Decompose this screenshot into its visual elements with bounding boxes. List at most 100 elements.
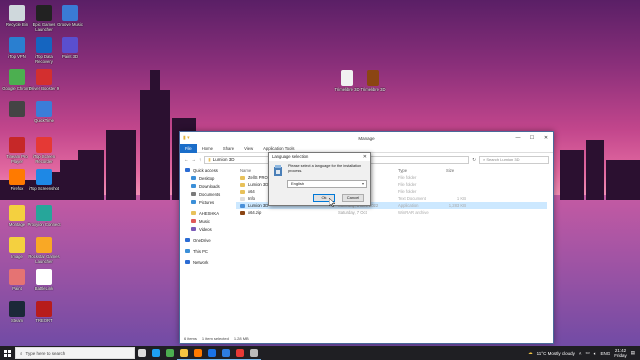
volume-icon[interactable]: 🔈︎ xyxy=(594,351,597,356)
app-icon xyxy=(36,169,52,185)
nav-item-icon xyxy=(191,176,196,180)
nav-item[interactable]: Quick access xyxy=(185,166,232,174)
desktop-icon[interactable]: Proxyion Connect xyxy=(27,205,61,228)
desktop-icon[interactable]: Rockstar Games Launcher xyxy=(27,237,61,265)
file-type: WinRAR archive xyxy=(398,210,429,215)
nav-item-label: Network xyxy=(193,259,209,265)
tab-share[interactable]: Share xyxy=(218,146,239,151)
desktop-icon[interactable]: Groove Music xyxy=(53,5,87,28)
weather-icon: ☁ xyxy=(528,350,533,355)
nav-item-icon xyxy=(185,168,190,172)
app-icon xyxy=(9,237,25,253)
app-icon xyxy=(9,205,25,221)
search-input[interactable]: ⌕ Search Lumion 3D xyxy=(479,155,549,164)
window-title: Manage xyxy=(358,135,375,141)
nav-item[interactable]: AHESHKA xyxy=(185,209,232,217)
chevron-up-icon[interactable]: ˄ xyxy=(579,351,582,356)
file-type: File folder xyxy=(398,182,417,187)
refresh-icon[interactable]: ↻ xyxy=(472,157,476,163)
taskbar-app-task-view[interactable] xyxy=(135,346,149,360)
desktop-icon-label: iTop Screen Recorder xyxy=(32,154,56,164)
desktop-icon-label: Steam xyxy=(10,318,24,323)
nav-item-icon xyxy=(191,219,196,223)
file-icon xyxy=(240,175,245,180)
nav-item[interactable]: This PC xyxy=(185,247,232,255)
desktop-icon[interactable]: BattleLink xyxy=(27,269,61,292)
nav-item-icon xyxy=(185,260,190,264)
tab-view[interactable]: View xyxy=(239,146,258,151)
nav-item[interactable]: Desktop xyxy=(185,174,232,182)
nav-item[interactable]: Music xyxy=(185,217,232,225)
network-icon[interactable]: ▭ xyxy=(585,350,589,356)
nav-item-icon xyxy=(191,227,196,231)
taskbar-app-media[interactable] xyxy=(233,346,247,360)
tab-application-tools[interactable]: Application Tools xyxy=(258,146,299,151)
nav-item-label: Music xyxy=(199,218,210,224)
back-arrow-icon[interactable]: ← xyxy=(184,157,189,162)
desktop-icon[interactable]: Driver Booster 9 xyxy=(27,69,61,92)
cancel-button[interactable]: Cancel xyxy=(342,194,364,202)
folder-icon: ▮ xyxy=(208,156,211,162)
nav-item[interactable]: Videos xyxy=(185,225,232,233)
app-icon xyxy=(36,269,52,285)
file-type: Text Document xyxy=(398,196,426,201)
dialog-close-button[interactable]: ✕ xyxy=(363,153,367,161)
nav-item-label: Downloads xyxy=(199,183,220,189)
language-dropdown[interactable]: English ▾ xyxy=(287,180,367,188)
desktop-file-icon[interactable]: Trimelibre 3D xyxy=(356,70,390,93)
dialog-title: Language selection xyxy=(269,153,370,161)
status-item-count: 6 items xyxy=(184,336,197,341)
column-type[interactable]: Type xyxy=(398,168,446,173)
nav-item[interactable]: OneDrive xyxy=(185,236,232,244)
nav-item-icon xyxy=(191,200,196,204)
search-placeholder: Search Lumion 3D xyxy=(486,157,520,162)
desktop-icon-label: Proxyion Connect xyxy=(27,222,61,227)
app-icon xyxy=(36,37,52,53)
taskbar-app-firefox[interactable] xyxy=(191,346,205,360)
status-selection: 1 item selected xyxy=(201,336,229,341)
tab-file[interactable]: File xyxy=(180,143,197,153)
taskbar-apps xyxy=(135,346,261,360)
column-size[interactable]: Size xyxy=(446,168,466,173)
window-titlebar[interactable]: ▮ ▾ Manage — ☐ ✕ xyxy=(180,132,553,144)
taskbar: ⌕ Type here to search ☁ 11°C Mostly clou… xyxy=(0,346,640,360)
language-indicator[interactable]: ENG xyxy=(600,351,610,356)
nav-item-label: Pictures xyxy=(199,199,215,205)
taskbar-app-file-explorer[interactable] xyxy=(177,346,191,360)
taskbar-search-box[interactable]: ⌕ Type here to search xyxy=(15,347,135,359)
taskbar-app-edge[interactable] xyxy=(149,346,163,360)
tab-home[interactable]: Home xyxy=(197,146,218,151)
forward-arrow-icon[interactable]: → xyxy=(192,157,197,162)
taskbar-app-mail[interactable] xyxy=(219,346,233,360)
file-icon xyxy=(240,196,245,201)
start-button[interactable] xyxy=(0,346,14,360)
nav-item-label: This PC xyxy=(193,248,208,254)
nav-item[interactable]: Documents xyxy=(185,190,232,198)
notifications-icon[interactable]: ▤ xyxy=(631,350,635,356)
file-icon xyxy=(341,70,353,86)
clock[interactable]: 21:42 Friday xyxy=(614,348,627,359)
file-icon xyxy=(240,182,245,187)
search-icon: ⌕ xyxy=(20,350,23,356)
desktop-icon[interactable]: Paint 3D xyxy=(53,37,87,60)
desktop-icon[interactable]: iTop Screenshot xyxy=(27,169,61,192)
nav-item[interactable]: Pictures xyxy=(185,198,232,206)
nav-item[interactable]: Downloads xyxy=(185,182,232,190)
file-icon xyxy=(240,210,245,215)
app-icon xyxy=(62,37,78,53)
taskbar-app-store[interactable] xyxy=(205,346,219,360)
desktop-icon[interactable]: QuickTime xyxy=(27,101,61,124)
weather-text[interactable]: 11°C Mostly cloudy xyxy=(537,351,575,356)
app-icon xyxy=(36,101,52,117)
desktop-icon[interactable]: iTop Screen Recorder xyxy=(27,137,61,165)
mail-icon xyxy=(222,348,230,357)
language-selection-dialog[interactable]: Language selection ✕ Please select a lan… xyxy=(268,152,371,206)
file-row[interactable]: x64.zip Saturday, 7 Oct WinRAR archive xyxy=(236,209,547,216)
desktop-icon[interactable]: TREORT xyxy=(27,301,61,324)
nav-item-icon xyxy=(191,211,196,215)
taskbar-app-chrome[interactable] xyxy=(163,346,177,360)
taskbar-app-installer[interactable] xyxy=(247,346,261,360)
nav-item[interactable]: Network xyxy=(185,258,232,266)
app-icon xyxy=(36,205,52,221)
up-arrow-icon[interactable]: ↑ xyxy=(199,157,201,162)
